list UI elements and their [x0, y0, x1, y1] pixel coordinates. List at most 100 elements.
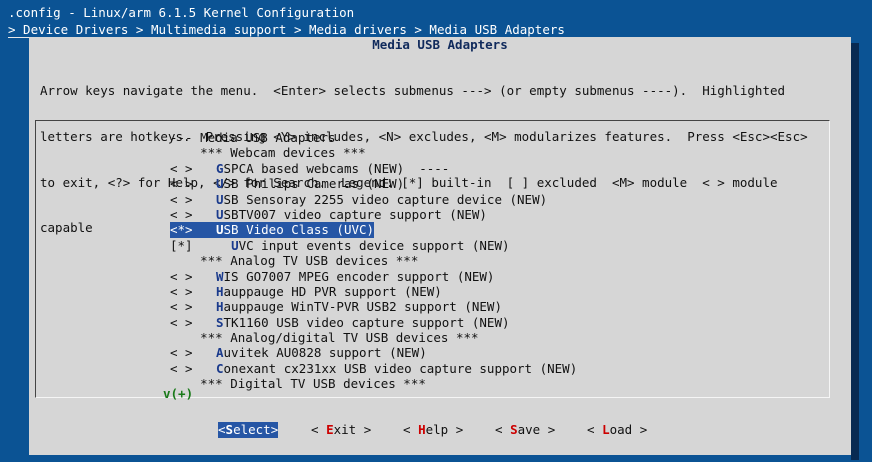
- menu-item-hotkey: U: [216, 206, 224, 222]
- button-bracket: <: [218, 422, 226, 437]
- menu-item[interactable]: < > USBTV007 video capture support (NEW): [170, 207, 577, 222]
- menu-item-label: --- Media USB Adapters: [170, 130, 336, 145]
- menu-item-text: auppauge WinTV-PVR USB2 support (NEW): [223, 299, 502, 315]
- menu-item-prefix: *** Webcam devices ***: [170, 145, 366, 161]
- menu-item-prefix: --- Media USB Adapters: [170, 130, 336, 145]
- menu-item-label: *** Analog TV USB devices ***: [170, 253, 418, 268]
- menu-item-label: USBTV007 video capture support (NEW): [216, 207, 487, 222]
- menu-item-text: TK1160 USB video capture support (NEW): [223, 314, 510, 330]
- button-label: oad >: [609, 422, 648, 437]
- menu-item[interactable]: < > Hauppauge WinTV-PVR USB2 support (NEW…: [170, 299, 577, 314]
- menu-item-text: SB Philips Cameras (NEW): [223, 176, 405, 192]
- menu-item-label: Hauppauge WinTV-PVR USB2 support (NEW): [216, 299, 502, 314]
- menu-item-hotkey: U: [216, 222, 224, 238]
- more-indicator: v(+): [163, 386, 194, 401]
- menu-item-label: *** Webcam devices ***: [170, 145, 366, 160]
- menu-item[interactable]: [*] UVC input events device support (NEW…: [170, 238, 577, 253]
- menu-item-label: USB Sensoray 2255 video capture device (…: [216, 192, 547, 207]
- button-hotkey: S: [510, 422, 518, 437]
- menu-item[interactable]: < > USB Sensoray 2255 video capture devic…: [170, 192, 577, 207]
- button-hotkey: H: [418, 422, 426, 437]
- menu-item-prefix: *** Digital TV USB devices ***: [170, 376, 426, 392]
- save-button[interactable]: < Save >: [495, 422, 555, 438]
- menu-item[interactable]: < > Auvitek AU0828 support (NEW): [170, 345, 577, 360]
- menu-item-state[interactable]: < >: [170, 176, 216, 191]
- menu-item-hotkey: G: [216, 160, 224, 176]
- button-label: xit >: [333, 422, 372, 437]
- menu-item-label: *** Digital TV USB devices ***: [170, 376, 426, 391]
- menu-item-label: Hauppauge HD PVR support (NEW): [216, 284, 442, 299]
- window-title: .config - Linux/arm 6.1.5 Kernel Configu…: [8, 5, 355, 20]
- menu-item-text: IS GO7007 MPEG encoder support (NEW): [223, 268, 495, 284]
- button-label: elp >: [425, 422, 464, 437]
- dialog-title: Media USB Adapters: [372, 37, 508, 52]
- menu-item-hotkey: A: [216, 345, 224, 361]
- button-bracket: <: [587, 422, 603, 437]
- menu-item-state[interactable]: < >: [170, 284, 216, 299]
- button-bracket: <: [311, 422, 327, 437]
- menu-item-label: UVC input events device support (NEW): [216, 237, 510, 253]
- button-hotkey: E: [326, 422, 334, 437]
- menu-item-state[interactable]: < >: [170, 207, 216, 222]
- menu-item-prefix: *** Analog TV USB devices ***: [170, 253, 419, 269]
- button-label: elect>: [233, 422, 279, 437]
- menu-item-hotkey: C: [216, 360, 224, 376]
- menu-item-hotkey: H: [216, 283, 224, 299]
- menu-item-prefix: [216, 238, 231, 253]
- button-bracket: <: [495, 422, 511, 437]
- breadcrumb: > Device Drivers > Multimedia support > …: [8, 22, 565, 37]
- menu-item-label: STK1160 USB video capture support (NEW): [216, 315, 510, 330]
- menu-item-label: Conexant cx231xx USB video capture suppo…: [216, 361, 577, 376]
- menu-item-text: auppauge HD PVR support (NEW): [223, 283, 442, 299]
- menu-item-text: SBTV007 video capture support (NEW): [223, 206, 487, 222]
- menu-item-state[interactable]: < >: [170, 192, 216, 207]
- menu-item-state[interactable]: < >: [170, 269, 216, 284]
- menu-item-label: WIS GO7007 MPEG encoder support (NEW): [216, 269, 494, 284]
- load-button[interactable]: < Load >: [587, 422, 647, 438]
- help-line: Arrow keys navigate the menu. <Enter> se…: [40, 83, 786, 99]
- select-button[interactable]: <Select>: [218, 422, 279, 438]
- menu-item[interactable]: < > Conexant cx231xx USB video capture su…: [170, 361, 577, 376]
- menu-item-state[interactable]: < >: [170, 161, 216, 176]
- menu-item-state[interactable]: < >: [170, 361, 216, 376]
- dialog-shadow: [851, 43, 859, 460]
- menu-comment: *** Digital TV USB devices ***: [170, 376, 577, 391]
- menu-comment: *** Analog TV USB devices ***: [170, 253, 577, 268]
- menu-comment: --- Media USB Adapters: [170, 130, 577, 145]
- menu-item-text: uvitek AU0828 support (NEW): [223, 345, 427, 361]
- exit-button[interactable]: < Exit >: [311, 422, 371, 438]
- menu-item[interactable]: < > GSPCA based webcams (NEW) ----: [170, 161, 577, 176]
- menu-item-prefix: *** Analog/digital TV USB devices ***: [170, 330, 479, 346]
- button-bracket: <: [403, 422, 419, 437]
- menu-item-hotkey: U: [231, 237, 239, 253]
- menu-item-state[interactable]: [*]: [170, 238, 216, 253]
- menu-item-text: SB Video Class (UVC): [223, 222, 375, 238]
- menu-item-label: *** Analog/digital TV USB devices ***: [170, 330, 479, 346]
- menu-item-label: USB Philips Cameras (NEW): [216, 176, 404, 191]
- menu-item-text: onexant cx231xx USB video capture suppor…: [223, 360, 578, 376]
- menu-item-state[interactable]: < >: [170, 315, 216, 330]
- button-hotkey: L: [602, 422, 610, 437]
- menu-item[interactable]: < > STK1160 USB video capture support (NE…: [170, 315, 577, 330]
- menu-item-label: GSPCA based webcams (NEW) ----: [216, 161, 449, 176]
- menu-item[interactable]: < > Hauppauge HD PVR support (NEW): [170, 284, 577, 299]
- button-hotkey: S: [225, 422, 234, 437]
- menu-item-text: VC input events device support (NEW): [238, 237, 510, 253]
- menu-item-state[interactable]: <*>: [170, 222, 216, 238]
- help-button[interactable]: < Help >: [403, 422, 463, 438]
- menu-item[interactable]: <*> USB Video Class (UVC): [170, 222, 577, 238]
- button-label: ave >: [517, 422, 556, 437]
- menu-comment: *** Webcam devices ***: [170, 145, 577, 160]
- menu-list: --- Media USB Adapters *** Webcam device…: [170, 130, 577, 392]
- menu-item[interactable]: < > WIS GO7007 MPEG encoder support (NEW): [170, 269, 577, 284]
- menu-item-text: SB Sensoray 2255 video capture device (N…: [223, 191, 548, 207]
- menu-item-hotkey: W: [216, 268, 224, 284]
- menu-item-state[interactable]: < >: [170, 345, 216, 360]
- button-bar: <Select> < Exit > < Help > < Save > < Load >: [29, 422, 851, 438]
- menu-item-hotkey: H: [216, 299, 224, 315]
- menu-comment: *** Analog/digital TV USB devices ***: [170, 330, 577, 345]
- menu-item-state[interactable]: < >: [170, 299, 216, 314]
- menu-item[interactable]: < > USB Philips Cameras (NEW): [170, 176, 577, 191]
- menu-item-text: SPCA based webcams (NEW) ----: [223, 160, 450, 176]
- menu-item-hotkey: U: [216, 191, 224, 207]
